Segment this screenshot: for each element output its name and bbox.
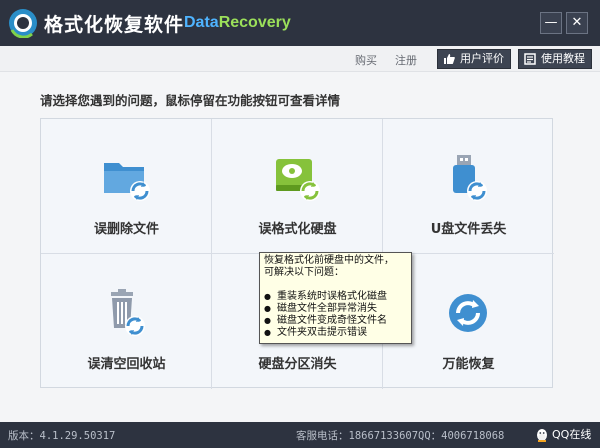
qq-online-label: QQ在线	[552, 428, 592, 441]
minimize-button[interactable]: —	[540, 12, 562, 34]
thumbs-up-icon	[444, 54, 455, 64]
app-title: 格式化恢复软件	[44, 14, 185, 36]
usb-recover-icon	[453, 155, 487, 201]
tutorial-label: 使用教程	[541, 52, 585, 65]
hover-tooltip: 恢复格式化前硬盘中的文件， 可解决以下问题： 重装系统时误格式化磁盘 磁盘文件全…	[259, 252, 412, 344]
option-label: 误清空回收站	[87, 357, 166, 372]
brand-data: Data	[184, 14, 219, 31]
book-icon	[524, 53, 536, 65]
user-review-button[interactable]: 用户评价	[437, 49, 511, 69]
close-button[interactable]: ✕	[566, 12, 588, 34]
brand-recovery: Recovery	[218, 14, 291, 31]
option-label: U盘文件丢失	[430, 222, 507, 237]
option-emptied-recycle-bin[interactable]: 误清空回收站	[41, 254, 212, 389]
harddisk-recover-icon	[276, 159, 320, 201]
option-label: 硬盘分区消失	[258, 357, 337, 372]
qq-online-button[interactable]: QQ在线	[532, 425, 594, 445]
option-formatted-disk[interactable]: 误格式化硬盘	[212, 119, 383, 254]
support-phone-text: 客服电话：18667133607	[296, 430, 419, 442]
tooltip-bullet: 磁盘文件全部异常消失	[264, 303, 407, 315]
tooltip-bullet: 文件夹双击提示错误	[264, 327, 407, 339]
tutorial-button[interactable]: 使用教程	[518, 49, 592, 69]
status-bar: 版本：4.1.29.50317 客服电话：18667133607 QQ：4006…	[0, 422, 600, 448]
recycle-bin-recover-icon	[111, 289, 145, 336]
buy-link[interactable]: 购买	[355, 52, 377, 68]
support-qq-text: QQ：4006718068	[418, 430, 505, 442]
toolbar: 购买 注册 用户评价 使用教程	[0, 46, 600, 72]
tooltip-line: 恢复格式化前硬盘中的文件，	[264, 255, 394, 266]
option-usb-lost[interactable]: U盘文件丢失	[383, 119, 554, 254]
option-label: 万能恢复	[442, 357, 495, 372]
option-label: 误格式化硬盘	[258, 222, 337, 237]
register-link[interactable]: 注册	[395, 52, 417, 68]
tooltip-bullet: 磁盘文件变成奇怪文件名	[264, 315, 407, 327]
user-review-label: 用户评价	[460, 52, 504, 65]
tooltip-bullet: 重装系统时误格式化磁盘	[264, 291, 407, 303]
option-label: 误删除文件	[93, 222, 159, 237]
universal-recover-icon	[449, 294, 487, 332]
tooltip-line: 可解决以下问题：	[264, 267, 344, 278]
folder-recover-icon	[104, 163, 150, 201]
option-deleted-files[interactable]: 误删除文件	[41, 119, 212, 254]
qq-penguin-icon	[537, 429, 547, 442]
app-logo-icon	[9, 9, 37, 38]
version-text: 版本：4.1.29.50317	[8, 430, 116, 442]
app-brand: DataRecovery	[184, 14, 291, 32]
instruction-text: 请选择您遇到的问题，鼠标停留在功能按钮可查看详情	[40, 93, 341, 108]
title-bar: 格式化恢复软件 DataRecovery — ✕	[0, 0, 600, 46]
